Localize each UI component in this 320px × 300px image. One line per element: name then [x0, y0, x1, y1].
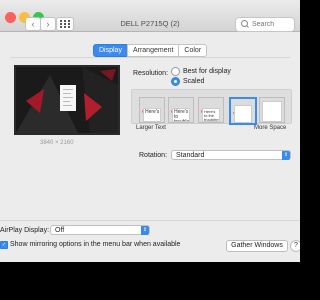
gather-windows-button[interactable]: Gather Windows — [226, 240, 288, 252]
tab-color[interactable]: Color — [178, 44, 208, 57]
scaling-options: Here's Here's to troublem Here's to the … — [131, 89, 292, 125]
larger-text-label: Larger Text — [136, 125, 166, 131]
chevron-updown-icon: ⇕ — [282, 151, 290, 160]
display-preview — [14, 65, 120, 135]
preferences-window: ‹ › DELL P2715Q (2) Display Arrangement … — [0, 0, 300, 262]
divider — [0, 220, 300, 221]
resolution-info: 3840 × 2160 — [40, 140, 74, 146]
scale-option-4[interactable] — [229, 97, 257, 125]
scale-option-1[interactable]: Here's — [139, 97, 165, 123]
tab-arrangement[interactable]: Arrangement — [126, 44, 180, 57]
scale-sample-text: Here's to the troublemakers. The rebels. — [202, 108, 220, 122]
scale-sample-text: Here's — [143, 108, 161, 122]
radio-button[interactable] — [171, 67, 180, 76]
chevron-left-icon: ‹ — [31, 19, 35, 29]
rotation-label: Rotation: — [139, 152, 168, 159]
tab-display[interactable]: Display — [93, 44, 128, 57]
scale-option-2[interactable]: Here's to troublem — [168, 97, 194, 123]
tab-bar: Display Arrangement Color — [93, 44, 208, 57]
preview-window-thumbnail — [60, 85, 76, 111]
title-bar: ‹ › DELL P2715Q (2) — [0, 0, 300, 32]
airplay-select[interactable]: Off ⇕ — [50, 225, 150, 235]
radio-label: Best for display — [183, 68, 231, 75]
mirroring-label: Show mirroring options in the menu bar w… — [10, 241, 181, 248]
scale-sample-lines — [234, 105, 252, 123]
scale-sample-text: Here's to troublem — [172, 108, 190, 122]
scale-option-5[interactable] — [259, 97, 285, 123]
rotation-select[interactable]: Standard ⇕ — [171, 150, 291, 160]
back-button[interactable]: ‹ — [25, 17, 41, 31]
chevron-updown-icon: ⇕ — [141, 226, 149, 235]
chevron-right-icon: › — [46, 19, 50, 29]
airplay-label: AirPlay Display: — [0, 227, 50, 234]
show-all-button[interactable] — [56, 17, 74, 31]
grid-icon — [60, 20, 62, 22]
mirroring-checkbox[interactable]: ✓ — [0, 241, 8, 249]
window-title: DELL P2715Q (2) — [120, 19, 180, 28]
rotation-value: Standard — [176, 152, 205, 159]
radio-best-for-display[interactable]: Best for display — [171, 67, 231, 76]
search-field[interactable] — [235, 17, 295, 32]
airplay-value: Off — [55, 227, 65, 234]
more-space-label: More Space — [254, 125, 287, 131]
scale-option-3[interactable]: Here's to the troublemakers. The rebels. — [198, 97, 224, 123]
radio-scaled[interactable]: Scaled — [171, 77, 204, 86]
search-input[interactable] — [252, 18, 292, 31]
help-button[interactable]: ? — [290, 240, 300, 252]
radio-button[interactable] — [171, 77, 180, 86]
resolution-label: Resolution: — [133, 70, 169, 77]
close-window-button[interactable] — [5, 12, 16, 23]
divider — [10, 57, 290, 58]
radio-label: Scaled — [183, 78, 205, 85]
forward-button[interactable]: › — [40, 17, 56, 31]
scale-sample-lines — [262, 101, 282, 122]
